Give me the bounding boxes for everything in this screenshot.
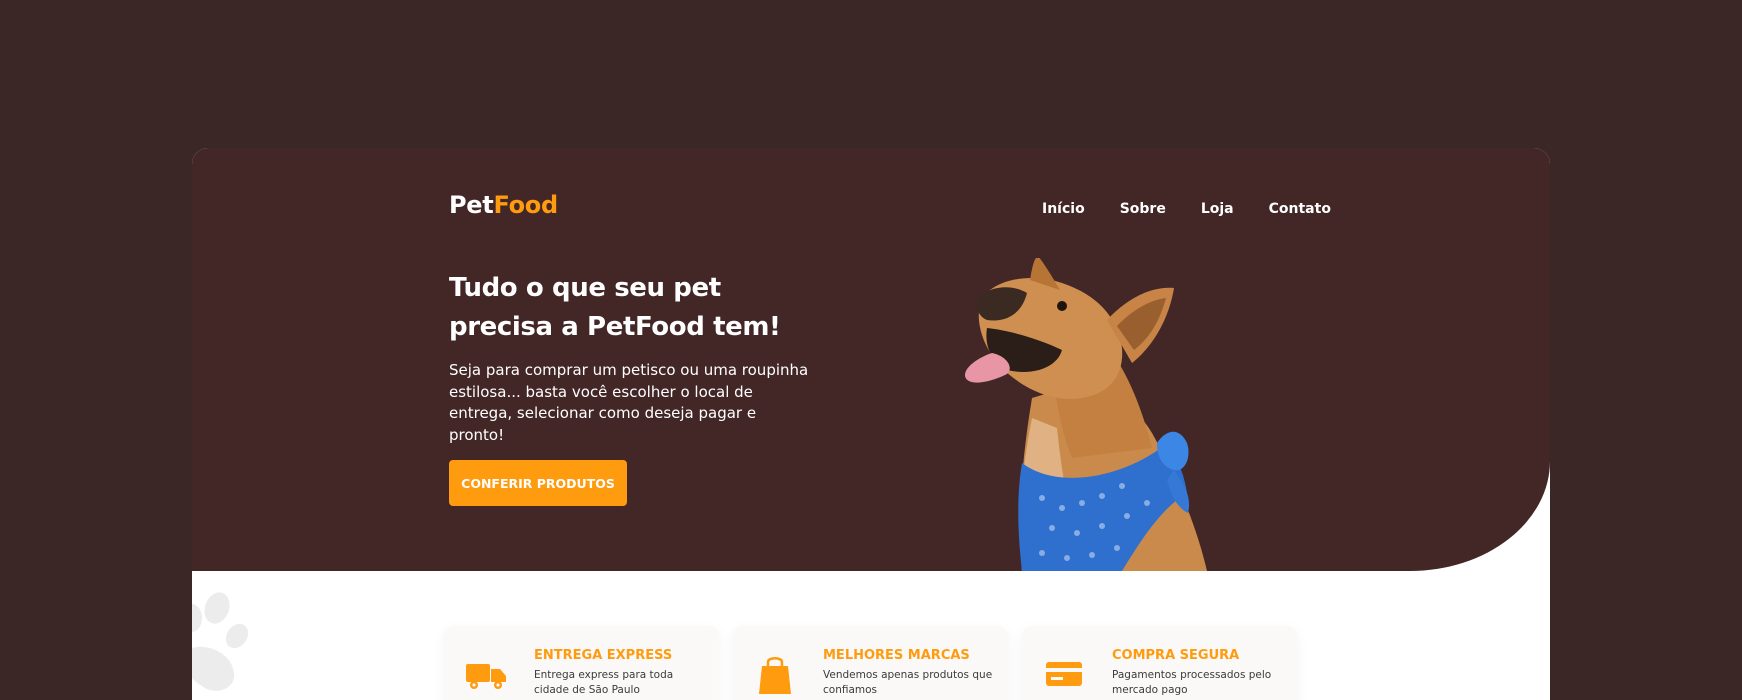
hero-section: PetFood Início Sobre Loja Contato Tudo o… [192,148,1550,571]
page-card: PetFood Início Sobre Loja Contato Tudo o… [192,148,1550,700]
feature-title: ENTREGA EXPRESS [534,648,673,663]
nav-item-inicio[interactable]: Início [1042,201,1085,217]
nav-item-contato[interactable]: Contato [1269,201,1331,217]
nav-item-sobre[interactable]: Sobre [1120,201,1166,217]
main-nav: Início Sobre Loja Contato [1042,201,1366,217]
feature-title: COMPRA SEGURA [1112,648,1240,663]
dog-image [964,258,1207,571]
conferir-produtos-button[interactable]: CONFERIR PRODUTOS [449,460,627,506]
feature-description: Pagamentos processados pelo mercado pago [1112,669,1272,696]
feature-description: Vendemos apenas produtos que confiamos [823,669,993,696]
features-row: ENTREGA EXPRESS Entrega express para tod… [444,626,1297,700]
feature-card-compra: COMPRA SEGURA Pagamentos processados pel… [1022,626,1297,700]
credit-card-icon [1046,662,1082,686]
hero-subtext: Seja para comprar um petisco ou uma roup… [449,361,809,444]
nav-item-loja[interactable]: Loja [1201,201,1234,217]
logo-text-food: Food [493,191,558,219]
feature-card-marcas: MELHORES MARCAS Vendemos apenas produtos… [733,626,1008,700]
feature-card-entrega: ENTREGA EXPRESS Entrega express para tod… [444,626,719,700]
feature-title: MELHORES MARCAS [823,648,970,663]
logo-text-pet: Pet [449,191,494,219]
paw-print-icon [192,592,249,691]
feature-description: Entrega express para toda cidade de São … [534,669,674,696]
hero-headline: Tudo o que seu pet precisa a PetFood tem… [449,273,781,342]
shopping-bag-icon [759,657,791,694]
logo[interactable]: PetFood [449,191,558,219]
truck-icon [466,664,506,689]
